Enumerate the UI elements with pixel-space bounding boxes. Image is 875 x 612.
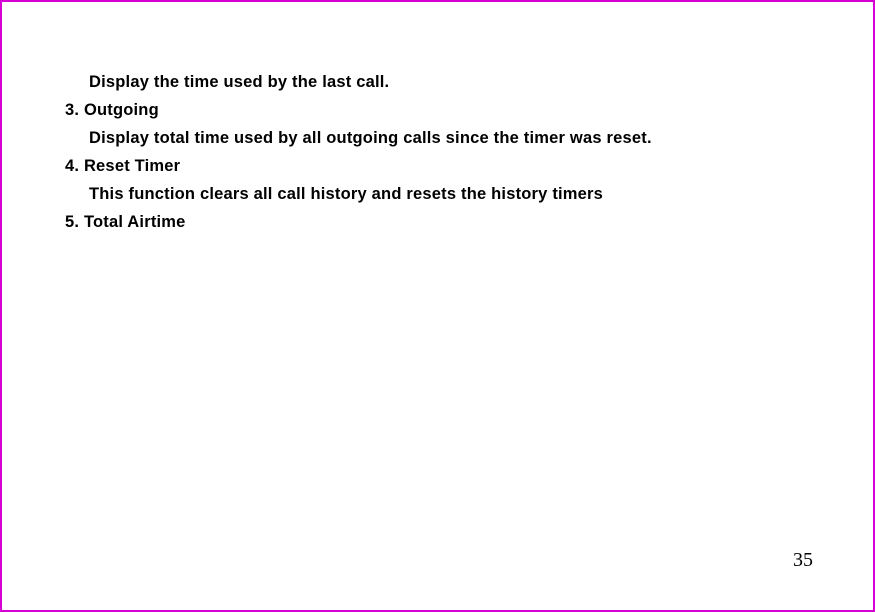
description-text: This function clears all call history an… — [89, 180, 873, 208]
list-item-4: 4. Reset Timer — [65, 152, 873, 180]
description-text: Display the time used by the last call. — [89, 68, 873, 96]
page-number: 35 — [793, 549, 813, 572]
list-item-5: 5. Total Airtime — [65, 208, 873, 236]
list-item-3: 3. Outgoing — [65, 96, 873, 124]
document-content: Display the time used by the last call. … — [2, 2, 873, 236]
description-text: Display total time used by all outgoing … — [89, 124, 873, 152]
